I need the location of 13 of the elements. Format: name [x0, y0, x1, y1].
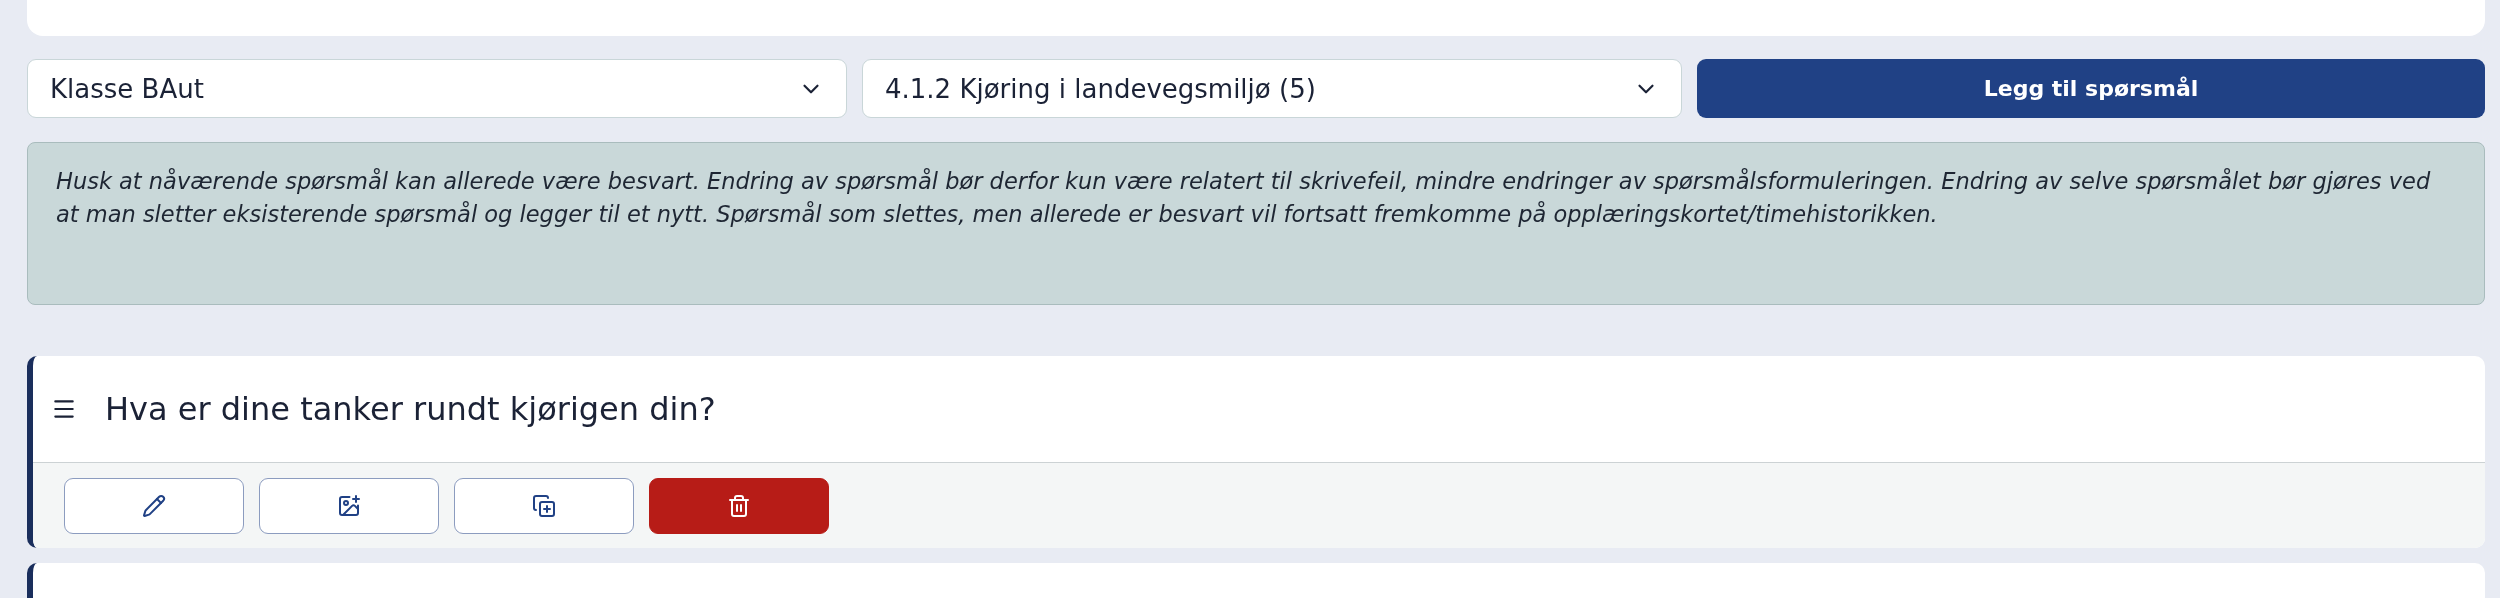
add-image-button[interactable]: [259, 477, 439, 534]
image-plus-icon: [337, 493, 361, 518]
notice-text: Husk at nåværende spørsmål kan allerede være besvart. Endring av spørsmål bør derfor kun være relatert til skrivefeil, mindre endringer av spørsmålsformuleringen. Endring av selve spørsmålet bør gjøres ved at man sletter eksisterende spørsmål og legger til et nytt. Spørsmål som slettes, men allerede er besvart vil fortsatt fremkomme på opplæringskortet/timehistorikken.: [27, 142, 2485, 305]
pencil-icon: [142, 493, 166, 518]
add-question-button[interactable]: Legg til spørsmål: [1697, 59, 2485, 118]
dropdown[interactable]: Klasse BAut: [27, 59, 847, 118]
trash-icon: [727, 493, 751, 518]
copy-button[interactable]: [454, 477, 634, 534]
delete-button[interactable]: [649, 477, 829, 534]
edit-button[interactable]: [64, 477, 244, 534]
question-text: Hva er dine tanker rundt kjørigen din?: [105, 390, 716, 428]
copy-icon: [532, 493, 556, 518]
dropdown[interactable]: 4.1.2 Kjøring i landevegsmiljø (5): [862, 59, 1682, 118]
